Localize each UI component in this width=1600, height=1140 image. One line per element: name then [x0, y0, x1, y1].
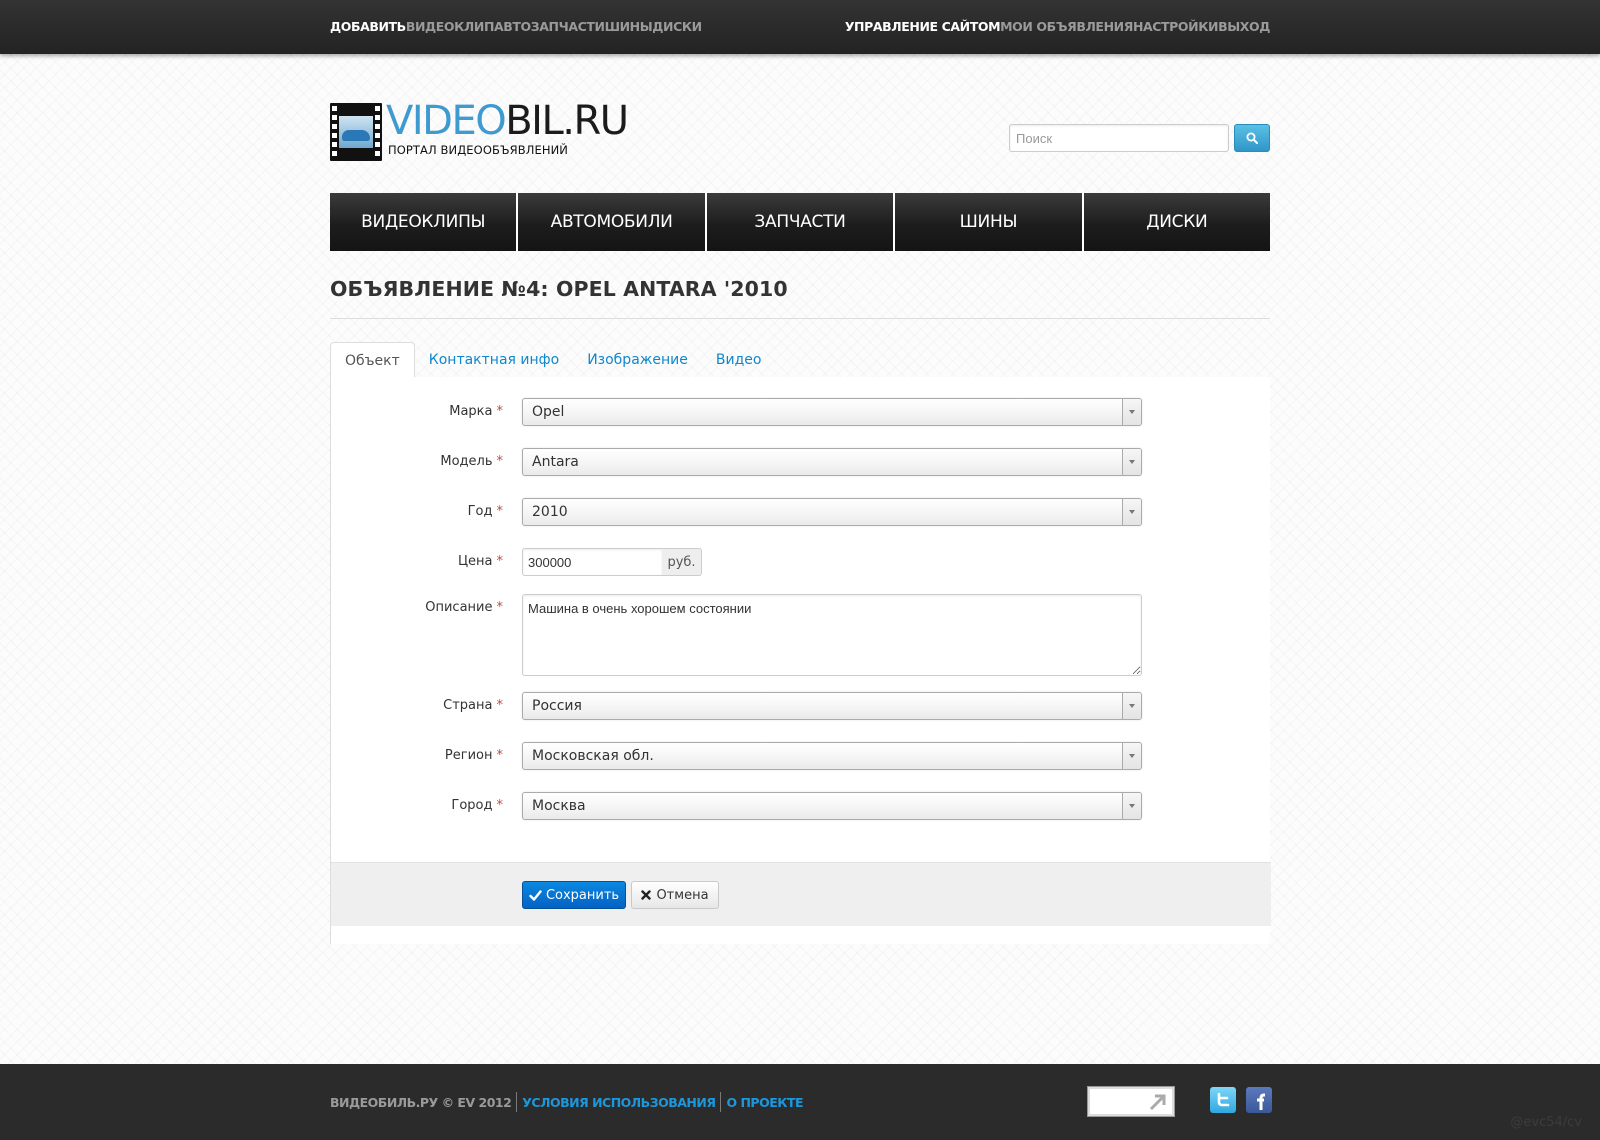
search-icon [1246, 132, 1258, 144]
search-button[interactable] [1234, 124, 1270, 152]
close-icon [641, 890, 652, 900]
price-input[interactable] [522, 548, 663, 576]
city-select[interactable]: Москва [522, 792, 1142, 820]
watermark: @evc54/cv [1510, 1115, 1582, 1130]
brand-select[interactable]: Opel [522, 398, 1142, 426]
model-select[interactable]: Antara [522, 448, 1142, 476]
tab-video[interactable]: Видео [702, 342, 776, 378]
topbar-link-add[interactable]: ДОБАВИТЬ [330, 19, 406, 34]
footer-link-about[interactable]: О ПРОЕКТЕ [726, 1095, 803, 1110]
topbar-link-videoclip[interactable]: ВИДЕОКЛИП [406, 19, 495, 34]
topbar-link-parts[interactable]: ЗАПЧАСТИ [531, 19, 605, 34]
topbar-link-logout[interactable]: ВЫХОД [1218, 19, 1270, 34]
city-label: Город * [451, 798, 503, 813]
tab-object[interactable]: Объект [330, 342, 415, 379]
year-label: Год * [467, 504, 503, 519]
tab-image[interactable]: Изображение [573, 342, 702, 378]
description-textarea[interactable]: Машина в очень хорошем состоянии [522, 594, 1142, 676]
tab-contact-info[interactable]: Контактная инфо [415, 342, 573, 378]
footer-link-terms[interactable]: УСЛОВИЯ ИСПОЛЬЗОВАНИЯ [522, 1095, 716, 1110]
car-icon [342, 130, 370, 141]
form-tabs: Объект Контактная инфо Изображение Видео [330, 342, 1270, 379]
form-actions: Сохранить Отмена [331, 862, 1271, 926]
topbar-link-wheels[interactable]: ДИСКИ [652, 19, 702, 34]
topbar-link-site-admin[interactable]: УПРАВЛЕНИЕ САЙТОМ [845, 19, 1001, 34]
main-nav-wheels[interactable]: ДИСКИ [1083, 193, 1271, 251]
topbar-link-auto[interactable]: АВТО [494, 19, 531, 34]
film-strip-icon [330, 103, 382, 161]
checkmark-icon [529, 889, 542, 901]
chevron-down-icon [1122, 449, 1141, 475]
region-label: Регион * [444, 748, 503, 763]
twitter-glyph-icon [1217, 1093, 1230, 1107]
main-nav-parts[interactable]: ЗАПЧАСТИ [706, 193, 896, 251]
logo-tagline: ПОРТАЛ ВИДЕООБЪЯВЛЕНИЙ [388, 143, 568, 157]
cancel-button-label: Отмена [656, 887, 709, 903]
search-input[interactable] [1009, 124, 1229, 152]
topbar-link-my-ads[interactable]: МОИ ОБЪЯВЛЕНИЯ [1000, 19, 1133, 34]
description-label: Описание * [425, 600, 503, 615]
twitter-icon[interactable] [1210, 1087, 1236, 1113]
chevron-down-icon [1122, 693, 1141, 719]
brand-label: Марка * [449, 404, 503, 419]
chevron-down-icon [1122, 399, 1141, 425]
footer-divider [516, 1092, 518, 1112]
page-title: ОБЪЯВЛЕНИЕ №4: OPEL ANTARA '2010 [330, 277, 1270, 319]
chevron-down-icon [1122, 499, 1141, 525]
facebook-glyph-icon [1257, 1093, 1265, 1110]
main-nav-videoclips[interactable]: ВИДЕОКЛИПЫ [330, 193, 519, 251]
save-button-label: Сохранить [545, 887, 620, 903]
country-select[interactable]: Россия [522, 692, 1142, 720]
facebook-icon[interactable] [1246, 1087, 1272, 1113]
main-nav-cars[interactable]: АВТОМОБИЛИ [518, 193, 707, 251]
chevron-down-icon [1122, 743, 1141, 769]
topbar-link-settings[interactable]: НАСТРОЙКИ [1133, 19, 1219, 34]
price-label: Цена * [457, 554, 503, 569]
cancel-button[interactable]: Отмена [631, 881, 719, 909]
region-select[interactable]: Московская обл. [522, 742, 1142, 770]
footer: ВИДЕОБИЛЬ.РУ © EV 2012 УСЛОВИЯ ИСПОЛЬЗОВ… [0, 1064, 1600, 1140]
ad-form: Марка * Opel Модель * Antara Год * 2010 Цен… [330, 377, 1271, 944]
top-bar-right-menu: УПРАВЛЕНИЕ САЙТОМ МОИ ОБЪЯВЛЕНИЯ НАСТРОЙ… [845, 0, 1271, 52]
year-select[interactable]: 2010 [522, 498, 1142, 526]
currency-addon: руб. [662, 548, 702, 576]
save-button[interactable]: Сохранить [522, 881, 626, 909]
top-bar-left-menu: ДОБАВИТЬ ВИДЕОКЛИП АВТО ЗАПЧАСТИ ШИНЫ ДИ… [330, 0, 702, 52]
chevron-down-icon [1122, 793, 1141, 819]
site-logo[interactable]: VIDEOBIL.RU ПОРТАЛ ВИДЕООБЪЯВЛЕНИЙ [330, 98, 629, 161]
topbar-link-tires[interactable]: ШИНЫ [605, 19, 653, 34]
arrow-up-right-icon [1149, 1094, 1166, 1111]
visit-counter-widget[interactable] [1087, 1086, 1175, 1117]
logo-wordmark: VIDEOBIL.RU [386, 98, 629, 144]
top-bar: ДОБАВИТЬ ВИДЕОКЛИП АВТО ЗАПЧАСТИ ШИНЫ ДИ… [0, 0, 1600, 54]
model-label: Модель * [440, 454, 503, 469]
footer-copyright: ВИДЕОБИЛЬ.РУ © EV 2012 [330, 1094, 512, 1110]
country-label: Страна * [443, 698, 503, 713]
main-nav-tires[interactable]: ШИНЫ [895, 193, 1084, 251]
footer-divider [720, 1092, 722, 1112]
footer-links: ВИДЕОБИЛЬ.РУ © EV 2012 УСЛОВИЯ ИСПОЛЬЗОВ… [330, 1092, 804, 1112]
main-nav: ВИДЕОКЛИПЫ АВТОМОБИЛИ ЗАПЧАСТИ ШИНЫ ДИСК… [330, 193, 1271, 251]
